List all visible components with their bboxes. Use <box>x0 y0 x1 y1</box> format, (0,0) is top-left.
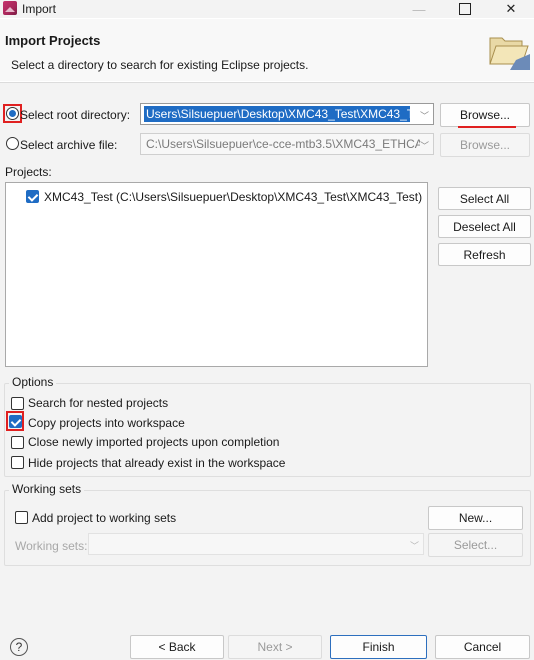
finish-button[interactable]: Finish <box>330 635 427 659</box>
working-sets-group-title: Working sets <box>9 482 85 496</box>
minimize-button[interactable]: — <box>396 0 442 18</box>
back-button[interactable]: < Back <box>130 635 224 659</box>
chevron-down-icon: ﹀ <box>410 541 420 551</box>
window-title: Import <box>22 2 57 16</box>
search-nested-checkbox[interactable] <box>11 397 24 410</box>
folder-icon <box>489 37 530 70</box>
page-title: Import Projects <box>5 33 101 48</box>
browse-highlight-underline <box>458 126 516 128</box>
chevron-down-icon: ﹀ <box>420 141 430 151</box>
working-sets-label: Working sets: <box>15 539 88 553</box>
hide-existing-label: Hide projects that already exist in the … <box>28 456 286 470</box>
options-group-title: Options <box>9 375 57 389</box>
cancel-button[interactable]: Cancel <box>435 635 530 659</box>
chevron-down-icon[interactable]: ﹀ <box>420 109 429 122</box>
select-all-button[interactable]: Select All <box>438 187 531 210</box>
help-icon[interactable]: ? <box>10 638 28 656</box>
root-directory-value[interactable]: Users\Silsuepuer\Desktop\XMC43_Test\XMC4… <box>144 106 410 122</box>
projects-list[interactable] <box>5 182 428 367</box>
project-list-item[interactable]: XMC43_Test (C:\Users\Silsuepuer\Desktop\… <box>44 190 422 204</box>
search-nested-label: Search for nested projects <box>28 396 169 410</box>
eclipse-import-icon <box>3 1 17 15</box>
copy-into-workspace-label: Copy projects into workspace <box>28 416 185 430</box>
copy-into-workspace-checkbox[interactable] <box>9 415 22 428</box>
browse-root-button[interactable]: Browse... <box>440 103 530 127</box>
select-working-sets-button: Select... <box>428 533 523 557</box>
archive-file-label: Select archive file: <box>20 138 118 152</box>
root-directory-radio[interactable] <box>6 107 19 120</box>
add-working-sets-checkbox[interactable] <box>15 511 28 524</box>
refresh-button[interactable]: Refresh <box>438 243 531 266</box>
working-sets-combo: ﹀ <box>88 533 424 555</box>
wizard-body <box>0 83 534 660</box>
new-working-set-button[interactable]: New... <box>428 506 523 530</box>
close-imported-label: Close newly imported projects upon compl… <box>28 435 280 449</box>
maximize-icon <box>459 3 471 15</box>
archive-file-radio[interactable] <box>6 137 19 150</box>
project-checkbox[interactable] <box>26 190 39 203</box>
browse-archive-button: Browse... <box>440 133 530 157</box>
close-button[interactable]: ✕ <box>488 0 534 18</box>
projects-label: Projects: <box>5 165 52 179</box>
maximize-button[interactable] <box>442 0 488 18</box>
hide-existing-checkbox[interactable] <box>11 456 24 469</box>
next-button: Next > <box>228 635 322 659</box>
root-directory-combo[interactable]: Users\Silsuepuer\Desktop\XMC43_Test\XMC4… <box>140 103 434 125</box>
page-description: Select a directory to search for existin… <box>11 58 309 72</box>
deselect-all-button[interactable]: Deselect All <box>438 215 531 238</box>
close-imported-checkbox[interactable] <box>11 436 24 449</box>
root-directory-label: Select root directory: <box>20 108 131 122</box>
archive-file-combo: C:\Users\Silsuepuer\ce-cce-mtb3.5\XMC43_… <box>140 133 434 155</box>
archive-file-value: C:\Users\Silsuepuer\ce-cce-mtb3.5\XMC43_… <box>146 137 420 151</box>
add-working-sets-label: Add project to working sets <box>32 511 177 525</box>
